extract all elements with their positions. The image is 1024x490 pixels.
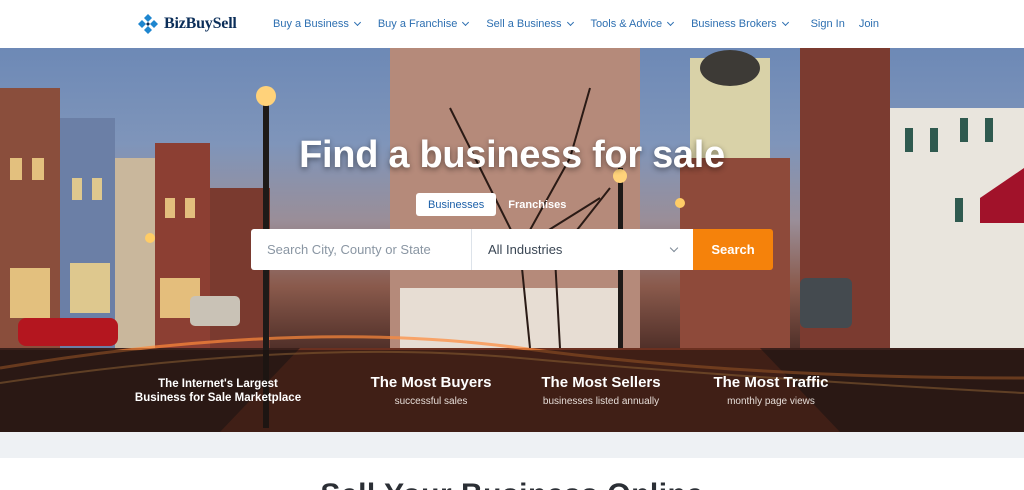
chevron-down-icon [462, 18, 470, 27]
nav-sell-a-business[interactable]: Sell a Business [486, 18, 574, 30]
stat-title: The Most Traffic [713, 374, 829, 391]
auth-links: Sign In Join [811, 0, 879, 48]
chevron-down-icon [353, 18, 361, 27]
nav-tools-and-advice[interactable]: Tools & Advice [590, 18, 675, 30]
nav-item-label: Sell a Business [486, 18, 562, 30]
top-navigation: BizBuySell Buy a Business Buy a Franchis… [0, 0, 1024, 48]
tab-franchises[interactable]: Franchises [496, 193, 578, 216]
nav-buy-a-franchise[interactable]: Buy a Franchise [377, 18, 470, 30]
stat-most-sellers: The Most Sellers businesses listed annua… [526, 374, 676, 407]
tagline-line-2: Business for Sale Marketplace [134, 392, 302, 404]
chevron-down-icon [667, 18, 675, 27]
chevron-down-icon [566, 18, 574, 27]
industry-select-value: All Industries [488, 242, 563, 257]
stat-most-buyers: The Most Buyers successful sales [361, 374, 501, 407]
stat-subtitle: monthly page views [727, 396, 815, 407]
sign-in-link[interactable]: Sign In [811, 18, 845, 30]
nav-item-label: Buy a Business [273, 18, 349, 30]
stat-subtitle: businesses listed annually [542, 396, 660, 407]
nav-buy-a-business[interactable]: Buy a Business [273, 18, 361, 30]
industry-select[interactable]: All Industries [472, 229, 693, 270]
search-button[interactable]: Search [693, 229, 773, 270]
stat-most-traffic: The Most Traffic monthly page views [696, 374, 846, 407]
marketplace-tagline: The Internet's Largest Business for Sale… [134, 377, 302, 405]
search-bar: All Industries Search [251, 229, 773, 270]
search-type-tabs: Businesses Franchises [416, 193, 578, 216]
nav-item-label: Buy a Franchise [377, 18, 458, 30]
hero-banner: Find a business for sale Businesses Fran… [0, 48, 1024, 432]
tagline-line-1: The Internet's Largest [158, 378, 278, 390]
join-link[interactable]: Join [859, 18, 879, 30]
nav-item-label: Tools & Advice [590, 18, 663, 30]
hero-title: Find a business for sale [299, 134, 725, 176]
bizbuysell-logo-icon [138, 14, 158, 34]
section-heading: Sell Your Business Online [0, 478, 1024, 490]
location-search-input[interactable] [251, 229, 472, 270]
brand-logo[interactable]: BizBuySell [137, 13, 237, 35]
stat-title: The Most Sellers [541, 374, 661, 391]
nav-item-label: Business Brokers [691, 18, 777, 30]
sell-section: Sell Your Business Online [0, 458, 1024, 490]
chevron-down-icon [669, 243, 679, 252]
main-menu: Buy a Business Buy a Franchise Sell a Bu… [273, 0, 806, 48]
section-divider-band [0, 432, 1024, 458]
chevron-down-icon [781, 18, 789, 27]
nav-business-brokers[interactable]: Business Brokers [691, 18, 789, 30]
stat-subtitle: successful sales [394, 396, 468, 407]
brand-name: BizBuySell [164, 15, 237, 32]
tab-businesses[interactable]: Businesses [416, 193, 497, 216]
stat-title: The Most Buyers [370, 374, 492, 391]
